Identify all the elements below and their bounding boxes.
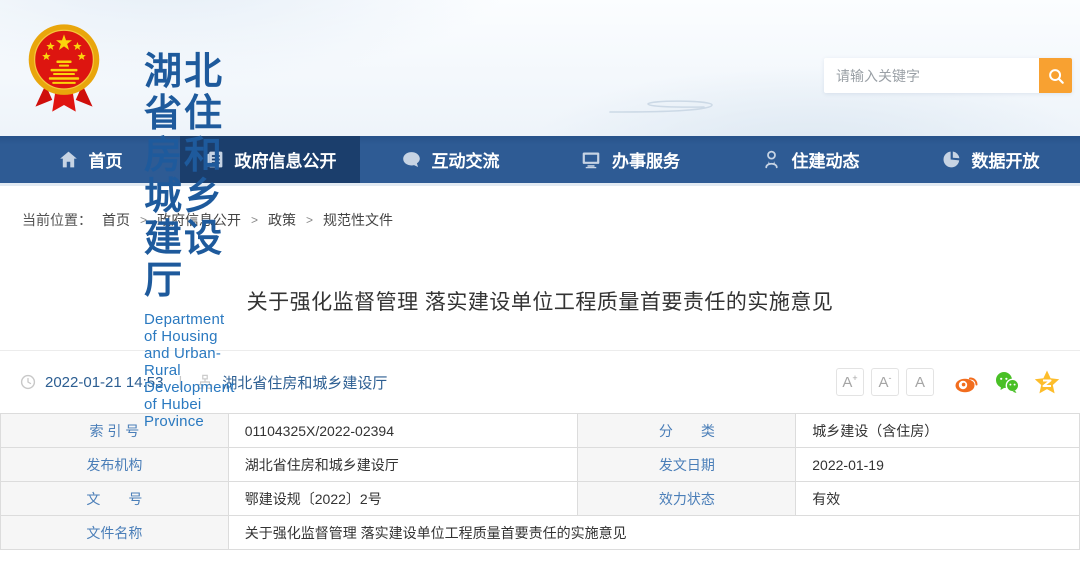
- nav-item-label: 住建动态: [792, 147, 860, 172]
- search-button[interactable]: [1039, 58, 1072, 93]
- breadcrumb-prefix: 当前位置：: [22, 210, 92, 230]
- nav-item-label: 数据开放: [972, 147, 1040, 172]
- search-input[interactable]: [824, 58, 1039, 93]
- pie-chart-icon: [941, 149, 962, 170]
- index-number-value: 01104325X/2022-02394: [228, 414, 578, 448]
- weibo-icon[interactable]: [954, 370, 981, 394]
- document-info-table: 索 引 号 01104325X/2022-02394 分 类 城乡建设（含住房）…: [0, 413, 1080, 550]
- site-title-block: 湖北省住房和城乡建设厅 Department of Housing and Ur…: [144, 52, 235, 430]
- table-row: 文件名称 关于强化监督管理 落实建设单位工程质量首要责任的实施意见: [1, 516, 1080, 550]
- font-increase-button[interactable]: A+: [836, 368, 864, 396]
- article-source: 湖北省住房和城乡建设厅: [222, 372, 387, 393]
- validity-status-value: 有效: [796, 482, 1080, 516]
- doc-number-label: 文 号: [1, 482, 229, 516]
- breadcrumb-separator: >: [251, 213, 258, 227]
- category-label: 分 类: [578, 414, 796, 448]
- nav-item-news[interactable]: 住建动态: [720, 136, 900, 183]
- nav-item-label: 办事服务: [612, 147, 680, 172]
- category-value: 城乡建设（含住房）: [796, 414, 1080, 448]
- national-emblem-icon: [22, 20, 106, 116]
- search-box: [824, 58, 1072, 93]
- home-icon: [58, 149, 79, 170]
- nav-item-label: 政府信息公开: [235, 147, 337, 172]
- breadcrumb-item-home[interactable]: 首页: [102, 210, 130, 230]
- breadcrumb-item-policy[interactable]: 政策: [268, 210, 296, 230]
- table-row: 发布机构 湖北省住房和城乡建设厅 发文日期 2022-01-19: [1, 448, 1080, 482]
- monitor-icon: [580, 149, 602, 170]
- issue-date-value: 2022-01-19: [796, 448, 1080, 482]
- wechat-icon[interactable]: [994, 370, 1021, 394]
- nav-item-interaction[interactable]: 互动交流: [360, 136, 540, 183]
- issuing-agency-label: 发布机构: [1, 448, 229, 482]
- table-row: 文 号 鄂建设规〔2022〕2号 效力状态 有效: [1, 482, 1080, 516]
- person-badge-icon: [761, 149, 782, 170]
- doc-title-label: 文件名称: [1, 516, 229, 550]
- site-name: 湖北省住房和城乡建设厅: [144, 51, 224, 302]
- site-header: 湖北省住房和城乡建设厅 Department of Housing and Ur…: [0, 0, 1080, 136]
- nav-item-label: 互动交流: [432, 147, 500, 172]
- validity-status-label: 效力状态: [578, 482, 796, 516]
- issue-date-label: 发文日期: [578, 448, 796, 482]
- font-reset-button[interactable]: A: [906, 368, 934, 396]
- nav-item-open-data[interactable]: 数据开放: [900, 136, 1080, 183]
- nav-item-services[interactable]: 办事服务: [540, 136, 720, 183]
- search-icon: [1047, 67, 1065, 85]
- article-meta-right: A+ A- A: [836, 368, 1060, 396]
- issuing-agency-value: 湖北省住房和城乡建设厅: [228, 448, 578, 482]
- qzone-icon[interactable]: [1034, 370, 1060, 394]
- clock-icon: [20, 374, 36, 390]
- chat-bubble-icon: [401, 149, 422, 170]
- site-name-english: Department of Housing and Urban-Rural De…: [144, 311, 235, 430]
- breadcrumb-separator: >: [306, 213, 313, 227]
- site-logo[interactable]: 湖北省住房和城乡建设厅 Department of Housing and Ur…: [22, 20, 106, 116]
- nav-item-label: 首页: [89, 147, 123, 172]
- cloud-decoration-icon: [608, 96, 718, 116]
- font-decrease-button[interactable]: A-: [871, 368, 899, 396]
- breadcrumb-item-normative-docs[interactable]: 规范性文件: [323, 210, 393, 230]
- doc-number-value: 鄂建设规〔2022〕2号: [228, 482, 578, 516]
- doc-title-value: 关于强化监督管理 落实建设单位工程质量首要责任的实施意见: [228, 516, 1079, 550]
